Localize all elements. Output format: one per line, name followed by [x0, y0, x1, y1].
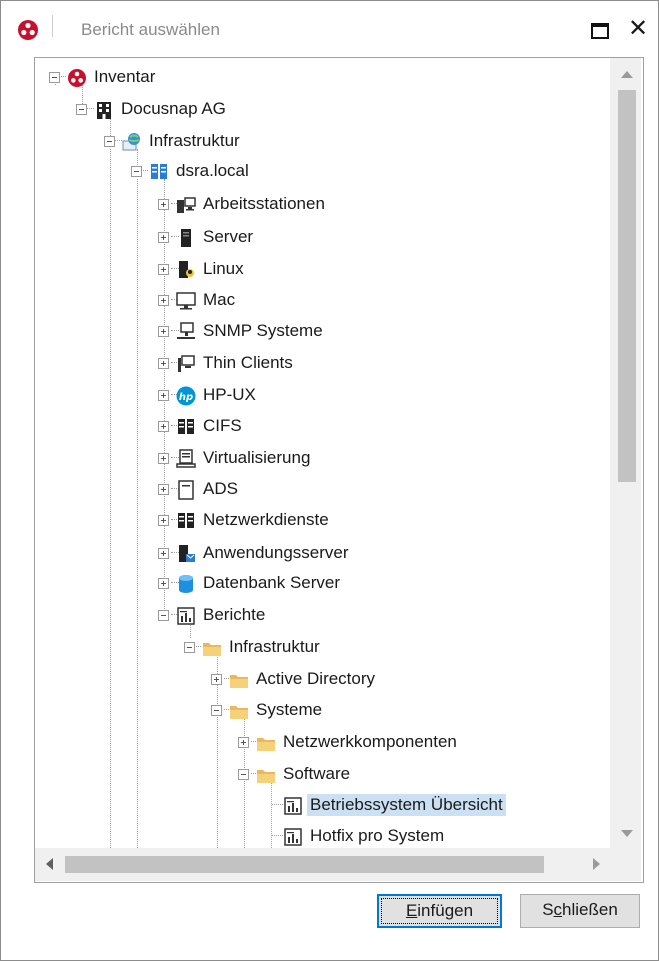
tree-node-label[interactable]: Server [200, 226, 256, 248]
insert-button[interactable]: Einfügen [377, 894, 502, 928]
collapse-toggle-icon[interactable] [238, 769, 249, 780]
report-icon [283, 796, 303, 816]
tree-node-label[interactable]: Linux [200, 258, 247, 280]
building-icon [94, 100, 114, 120]
expand-toggle-icon[interactable] [158, 199, 169, 210]
collapse-toggle-icon[interactable] [211, 705, 222, 716]
expand-toggle-icon[interactable] [158, 578, 169, 589]
tree-node-label[interactable]: Systeme [253, 699, 325, 721]
workstation-icon [176, 195, 196, 215]
docusnap-logo-icon [18, 20, 38, 40]
folder-icon [229, 701, 249, 721]
report-icon [283, 827, 303, 847]
scroll-left-arrow-icon[interactable] [46, 858, 53, 870]
domain-servers-icon [149, 162, 169, 182]
expand-toggle-icon[interactable] [158, 232, 169, 243]
expand-toggle-icon[interactable] [158, 453, 169, 464]
scroll-up-arrow-icon[interactable] [621, 71, 633, 78]
network-services-icon [176, 511, 196, 531]
tree-node-label[interactable]: Docusnap AG [118, 98, 229, 120]
collapse-toggle-icon[interactable] [76, 104, 87, 115]
tree-node-label[interactable]: Arbeitsstationen [200, 193, 328, 215]
folder-icon [256, 733, 276, 753]
tree-content: Inventar Docusnap AG Infrastruktur dsra.loc… [35, 58, 610, 848]
hp-logo-icon: hp [176, 386, 196, 406]
tree-node-label[interactable]: Infrastruktur [226, 636, 323, 658]
tree-node-label[interactable]: HP-UX [200, 384, 259, 406]
expand-toggle-icon[interactable] [158, 264, 169, 275]
collapse-toggle-icon[interactable] [184, 642, 195, 653]
expand-toggle-icon[interactable] [158, 358, 169, 369]
tree-node-label[interactable]: Hotfix pro System [307, 825, 447, 847]
virtualization-icon [176, 449, 196, 469]
expand-toggle-icon[interactable] [158, 295, 169, 306]
title-bar: Bericht auswählen ✕ [1, 1, 658, 57]
expand-toggle-icon[interactable] [158, 390, 169, 401]
tree-node-label[interactable]: Infrastruktur [146, 130, 243, 152]
expand-toggle-icon[interactable] [158, 421, 169, 432]
scroll-down-arrow-icon[interactable] [621, 830, 633, 837]
vertical-scroll-thumb[interactable] [618, 90, 636, 482]
tree-node-label[interactable]: dsra.local [173, 160, 252, 182]
server-tower-icon [176, 228, 196, 248]
tree-node-label[interactable]: Thin Clients [200, 352, 296, 374]
tree-node-label[interactable]: Berichte [200, 604, 268, 626]
tree-node-label[interactable]: Active Directory [253, 668, 378, 690]
tree-node-label[interactable]: SNMP Systeme [200, 320, 326, 342]
scroll-right-arrow-icon[interactable] [593, 858, 600, 870]
report-select-dialog: Bericht auswählen ✕ Inventar Docusnap AG… [0, 0, 659, 961]
globe-network-icon [122, 132, 142, 152]
thin-client-icon [176, 354, 196, 374]
tree-node-label[interactable]: Inventar [91, 66, 158, 88]
maximize-button[interactable] [591, 23, 609, 39]
expand-toggle-icon[interactable] [158, 548, 169, 559]
close-button[interactable]: Schließen [520, 894, 640, 928]
expand-toggle-icon[interactable] [238, 737, 249, 748]
collapse-toggle-icon[interactable] [49, 72, 60, 83]
tree-node-label[interactable]: Netzwerkkomponenten [280, 731, 460, 753]
folder-icon [256, 765, 276, 785]
tree-node-label[interactable]: Datenbank Server [200, 572, 343, 594]
cifs-servers-icon [176, 417, 196, 437]
tree-node-label[interactable]: Mac [200, 289, 238, 311]
vertical-scrollbar[interactable] [610, 58, 641, 848]
report-tree-view: Inventar Docusnap AG Infrastruktur dsra.loc… [34, 57, 644, 883]
expand-toggle-icon[interactable] [158, 326, 169, 337]
expand-toggle-icon[interactable] [158, 484, 169, 495]
folder-icon [229, 670, 249, 690]
svg-text:hp: hp [179, 392, 193, 403]
scrollbar-corner [610, 848, 641, 881]
report-icon [176, 606, 196, 626]
snmp-network-icon [176, 322, 196, 342]
folder-icon [202, 638, 222, 658]
title-separator [52, 15, 53, 37]
ads-icon [176, 480, 196, 500]
tree-node-label[interactable]: Netzwerkdienste [200, 509, 332, 531]
tree-node-label[interactable]: Virtualisierung [200, 447, 313, 469]
monitor-icon [176, 291, 196, 311]
tree-node-label[interactable]: CIFS [200, 415, 245, 437]
collapse-toggle-icon[interactable] [131, 166, 142, 177]
close-window-button[interactable]: ✕ [625, 15, 651, 43]
horizontal-scroll-thumb[interactable] [65, 856, 544, 873]
horizontal-scrollbar[interactable] [35, 848, 610, 881]
tree-node-label[interactable]: Anwendungsserver [200, 542, 352, 564]
expand-toggle-icon[interactable] [211, 674, 222, 685]
tree-node-label[interactable]: Software [280, 763, 353, 785]
window-title: Bericht auswählen [81, 20, 220, 39]
application-server-icon [176, 544, 196, 564]
linux-server-icon [176, 260, 196, 280]
expand-toggle-icon[interactable] [158, 515, 169, 526]
docusnap-logo-icon [67, 68, 87, 88]
database-icon [176, 574, 196, 594]
collapse-toggle-icon[interactable] [158, 610, 169, 621]
tree-node-label[interactable]: ADS [200, 478, 241, 500]
collapse-toggle-icon[interactable] [104, 136, 115, 147]
tree-node-label[interactable]: Betriebssystem Übersicht [307, 794, 506, 816]
